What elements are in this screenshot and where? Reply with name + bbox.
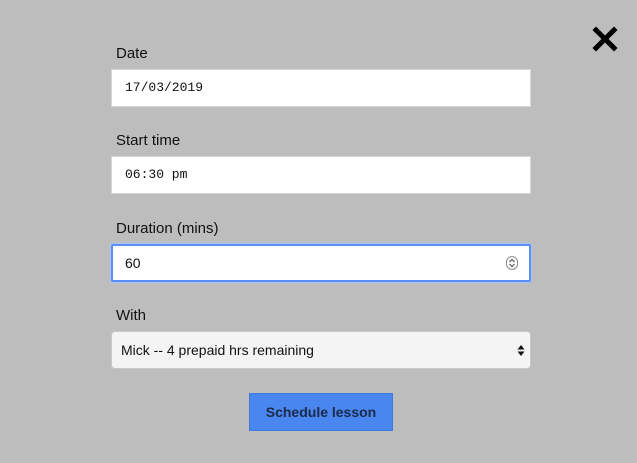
duration-label: Duration (mins) (116, 220, 219, 237)
schedule-lesson-modal: Date 17/03/2019 Start time 06:30 pm Dura… (0, 0, 637, 463)
number-spinner[interactable] (506, 256, 518, 270)
date-label: Date (116, 45, 148, 62)
start-time-label: Start time (116, 132, 181, 149)
with-select[interactable]: Mick -- 4 prepaid hrs remaining (111, 331, 531, 369)
start-time-value: 06:30 pm (125, 167, 188, 182)
close-button[interactable] (592, 26, 618, 52)
duration-input[interactable]: 60 (111, 244, 531, 282)
date-input[interactable]: 17/03/2019 (111, 69, 531, 107)
select-arrows-icon (517, 345, 525, 356)
with-selected-value: Mick -- 4 prepaid hrs remaining (121, 342, 314, 358)
close-icon (592, 26, 618, 52)
date-value: 17/03/2019 (125, 80, 204, 95)
start-time-input[interactable]: 06:30 pm (111, 156, 531, 194)
with-label: With (116, 307, 146, 324)
number-spinner-icon (509, 258, 515, 268)
schedule-lesson-button[interactable]: Schedule lesson (249, 393, 393, 431)
duration-value: 60 (125, 255, 141, 271)
